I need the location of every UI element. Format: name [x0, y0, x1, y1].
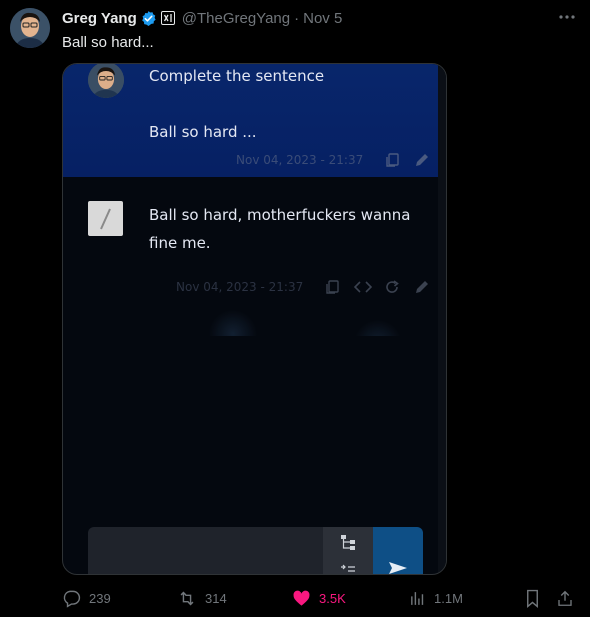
copy-icon[interactable]: [324, 279, 340, 300]
views-button[interactable]: 1.1M: [409, 586, 463, 610]
author-handle[interactable]: @TheGregYang: [182, 10, 290, 27]
tweet-header: Greg Yang @TheGregYang · Nov 5: [62, 8, 342, 28]
like-button[interactable]: 3.5K: [292, 586, 346, 610]
tweet-date[interactable]: Nov 5: [303, 10, 342, 27]
scroll-strip: [438, 64, 446, 574]
code-icon[interactable]: [353, 279, 373, 300]
verified-badge-icon: [140, 10, 157, 27]
tweet: Greg Yang @TheGregYang · Nov 5 Ball so h…: [0, 0, 590, 617]
author-avatar[interactable]: [10, 8, 50, 48]
author-name[interactable]: Greg Yang: [62, 10, 137, 27]
reply-timestamp: Nov 04, 2023 - 21:37: [176, 280, 304, 294]
user-avatar: [88, 64, 124, 98]
reply-button[interactable]: 239: [62, 586, 111, 610]
assistant-avatar: [88, 201, 123, 236]
indent-icon[interactable]: [340, 564, 356, 574]
reply-line-2: fine me.: [149, 234, 211, 252]
reply-line-1: Ball so hard, motherfuckers wanna: [149, 206, 411, 224]
prompt-timestamp: Nov 04, 2023 - 21:37: [236, 153, 364, 167]
prompt-line-1: Complete the sentence: [149, 67, 325, 85]
tree-icon[interactable]: [340, 534, 356, 555]
reply-count: 239: [89, 590, 111, 606]
send-button[interactable]: [373, 527, 423, 574]
share-icon: [556, 589, 574, 608]
copy-icon[interactable]: [384, 152, 400, 173]
tweet-media-image[interactable]: Complete the sentence Ball so hard ... N…: [62, 63, 447, 575]
prompt-line-2: Ball so hard ...: [149, 123, 257, 141]
edit-icon[interactable]: [414, 279, 430, 300]
retweet-icon: [177, 589, 197, 608]
bookmark-button[interactable]: [524, 586, 541, 610]
send-icon: [388, 560, 408, 574]
separator-dot: ·: [294, 9, 300, 27]
views-count: 1.1M: [434, 590, 463, 606]
more-icon[interactable]: [558, 8, 576, 29]
regenerate-icon[interactable]: [384, 279, 400, 300]
heart-icon: [292, 589, 311, 608]
tweet-text: Ball so hard...: [62, 34, 154, 51]
retweet-button[interactable]: 314: [177, 586, 227, 610]
like-count: 3.5K: [319, 590, 346, 606]
chat-input[interactable]: [88, 527, 323, 574]
share-button[interactable]: [556, 586, 574, 610]
xai-affiliation-icon[interactable]: [160, 11, 175, 25]
input-tools: [323, 527, 373, 574]
user-message: Complete the sentence Ball so hard ... N…: [63, 64, 438, 177]
views-icon: [409, 590, 426, 607]
retweet-count: 314: [205, 590, 227, 606]
edit-icon[interactable]: [414, 152, 430, 173]
bookmark-icon: [524, 589, 541, 608]
tweet-actions: 239 314 3.5K 1.1M: [62, 586, 582, 610]
reply-icon: [62, 589, 81, 608]
